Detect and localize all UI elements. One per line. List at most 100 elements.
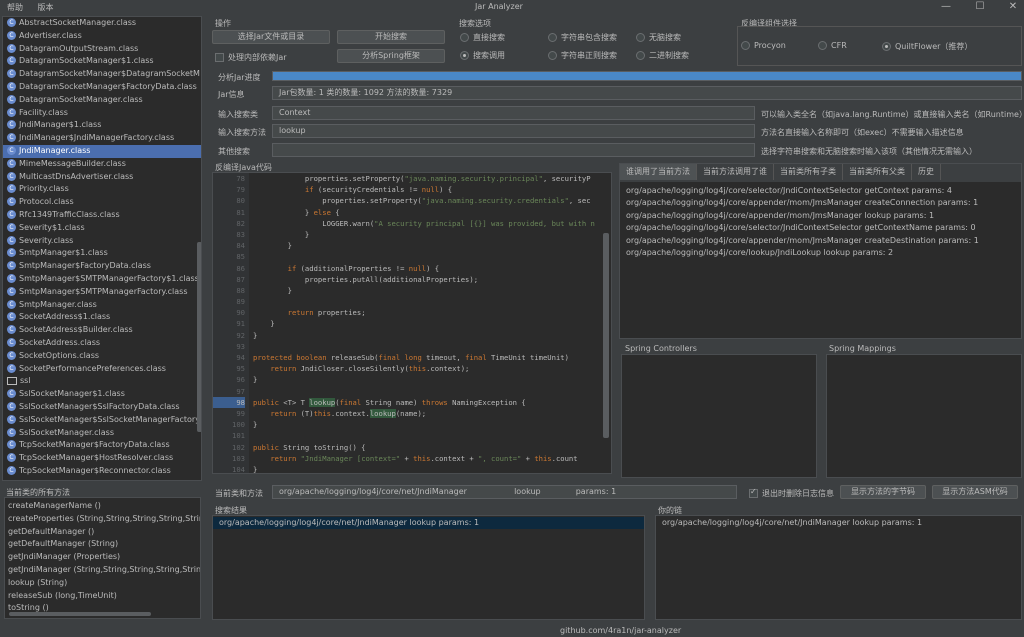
tree-item[interactable]: C SocketAddress$Builder.class [3, 324, 201, 337]
tree-item[interactable]: C JndiManager$1.class [3, 119, 201, 132]
tab[interactable]: 当前方法调用了谁 [697, 164, 774, 180]
search-option[interactable]: 搜索调用 [460, 50, 505, 61]
radio-button[interactable] [548, 51, 557, 60]
radio-button[interactable] [636, 33, 645, 42]
show-asm-button[interactable]: 显示方法ASM代码 [932, 485, 1018, 499]
caller-item[interactable]: org/apache/logging/log4j/core/appender/m… [620, 197, 1021, 209]
code-body[interactable]: properties.setProperty("java.naming.secu… [253, 173, 608, 473]
tree-item[interactable]: C SocketAddress.class [3, 337, 201, 350]
search-option[interactable]: 无脑搜索 [636, 32, 681, 43]
code-vscrollbar[interactable] [603, 233, 609, 438]
search-method-input[interactable]: lookup [272, 124, 755, 138]
tree-item[interactable]: C SocketAddress$1.class [3, 311, 201, 324]
method-item[interactable]: lookup (String) [5, 577, 200, 590]
analyze-spring-button[interactable]: 分析Spring框架 [337, 49, 445, 63]
tree-item[interactable]: C MulticastDnsAdvertiser.class [3, 171, 201, 184]
tree-item[interactable]: C Severity.class [3, 235, 201, 248]
decompiler-option[interactable]: CFR [818, 41, 847, 50]
tree-item[interactable]: C SocketOptions.class [3, 350, 201, 363]
class-icon: C [7, 273, 16, 283]
radio-button[interactable] [882, 42, 891, 51]
radio-button[interactable] [460, 33, 469, 42]
decompiler-option[interactable]: Procyon [741, 41, 786, 50]
tree-item[interactable]: C Rfc1349TrafficClass.class [3, 209, 201, 222]
tree-item[interactable]: C SmtpManager$FactoryData.class [3, 260, 201, 273]
search-option[interactable]: 直接搜索 [460, 32, 505, 43]
other-search-input[interactable] [272, 143, 755, 157]
tree-item[interactable]: C SmtpManager$1.class [3, 247, 201, 260]
caller-item[interactable]: org/apache/logging/log4j/core/lookup/Jnd… [620, 247, 1021, 259]
tree-item[interactable]: C JndiManager.class [3, 144, 201, 158]
close-button[interactable]: ✕ [1003, 1, 1023, 12]
class-tree-scrollbar[interactable] [197, 242, 201, 432]
method-item[interactable]: getDefaultManager (String) [5, 538, 200, 551]
caller-item[interactable]: org/apache/logging/log4j/core/appender/m… [620, 210, 1021, 222]
tree-item[interactable]: C Protocol.class [3, 196, 201, 209]
radio-button[interactable] [460, 51, 469, 60]
tree-item[interactable]: C SslSocketManager$SslFactoryData.class [3, 401, 201, 414]
method-item[interactable]: getJndiManager (Properties) [5, 551, 200, 564]
tab[interactable]: 历史 [912, 164, 941, 180]
inner-jar-checkbox[interactable]: 处理内部依赖Jar [215, 52, 287, 63]
tab[interactable]: 当前类所有父类 [843, 164, 912, 180]
tab[interactable]: 谁调用了当前方法 [620, 164, 697, 180]
tree-item[interactable]: C MimeMessageBuilder.class [3, 158, 201, 171]
method-item[interactable]: releaseSub (long,TimeUnit) [5, 590, 200, 603]
select-jar-button[interactable]: 选择Jar文件或目录 [212, 30, 330, 44]
menu-help[interactable]: 帮助 [7, 3, 23, 12]
maximize-button[interactable]: ☐ [970, 1, 990, 12]
tab[interactable]: 当前类所有子类 [774, 164, 843, 180]
decompiler-option[interactable]: QuiltFlower（推荐） [882, 41, 972, 52]
tree-item[interactable]: C SmtpManager$SMTPManagerFactory.class [3, 286, 201, 299]
tree-item[interactable]: C SocketPerformancePreferences.class [3, 363, 201, 376]
code-editor[interactable]: 78 79 80 81 82 83 84 85 86 87 88 89 90 91 92 93 94 95 96 97… [212, 172, 612, 474]
minimize-button[interactable]: — [936, 1, 956, 12]
chain-item[interactable]: org/apache/logging/log4j/core/net/JndiMa… [656, 517, 1021, 529]
radio-button[interactable] [818, 41, 827, 50]
inner-jar-checkbox-box[interactable] [215, 53, 224, 62]
radio-button[interactable] [636, 51, 645, 60]
tree-item[interactable]: C Severity$1.class [3, 222, 201, 235]
search-class-input[interactable]: Context [272, 106, 755, 120]
tree-item[interactable]: C TcpSocketManager$Reconnector.class [3, 465, 201, 478]
tree-item[interactable]: ssl [3, 375, 201, 388]
caller-item[interactable]: org/apache/logging/log4j/core/selector/J… [620, 222, 1021, 234]
delete-log-checkbox[interactable]: 退出时删除日志信息 [749, 487, 834, 499]
method-item[interactable]: getJndiManager (String,String,String,Str… [5, 564, 200, 577]
tree-item[interactable]: C Facility.class [3, 107, 201, 120]
search-option[interactable]: 二进制搜索 [636, 50, 689, 61]
caller-item[interactable]: org/apache/logging/log4j/core/appender/m… [620, 235, 1021, 247]
tree-item[interactable]: C Priority.class [3, 183, 201, 196]
method-item[interactable]: createManagerName () [5, 500, 200, 513]
tree-item[interactable]: C DatagramOutputStream.class [3, 43, 201, 56]
tree-item[interactable]: C DatagramSocketManager$1.class [3, 55, 201, 68]
tree-item[interactable]: C SslSocketManager$SslSocketManagerFactor… [3, 414, 201, 427]
tree-item[interactable]: C SslSocketManager$1.class [3, 388, 201, 401]
tree-item[interactable]: C SmtpManager.class [3, 299, 201, 312]
tree-item[interactable]: C DatagramSocketManager$FactoryData.class [3, 81, 201, 94]
tree-item[interactable]: C DatagramSocketManager$DatagramSocketM [3, 68, 201, 81]
result-item[interactable]: org/apache/logging/log4j/core/net/JndiMa… [213, 517, 644, 530]
radio-button[interactable] [741, 41, 750, 50]
search-option[interactable]: 字符串正则搜索 [548, 50, 617, 61]
method-item[interactable]: getDefaultManager () [5, 526, 200, 539]
tree-item[interactable]: C TcpSocketManager$FactoryData.class [3, 439, 201, 452]
methods-hscrollbar[interactable] [9, 612, 151, 616]
show-bytecode-button[interactable]: 显示方法的字节码 [840, 485, 926, 499]
caller-item[interactable]: org/apache/logging/log4j/core/selector/J… [620, 185, 1021, 197]
tree-item[interactable]: C Advertiser.class [3, 30, 201, 43]
start-search-button[interactable]: 开始搜索 [337, 30, 445, 44]
search-option[interactable]: 字符串包含搜索 [548, 32, 617, 43]
tree-item[interactable]: C AbstractSocketManager.class [3, 17, 201, 30]
menu-version[interactable]: 版本 [38, 3, 54, 12]
delete-log-checkbox-box[interactable] [749, 487, 758, 498]
tree-item[interactable]: C JndiManager$JndiManagerFactory.class [3, 132, 201, 145]
tree-item[interactable]: C SslSocketManager.class [3, 427, 201, 440]
radio-button[interactable] [548, 33, 557, 42]
tree-item[interactable]: C SmtpManager$SMTPManagerFactory$1.class [3, 273, 201, 286]
tree-item[interactable]: C DatagramSocketManager.class [3, 94, 201, 107]
footer-link[interactable]: github.com/4ra1n/jar-analyzer [560, 626, 681, 635]
method-item[interactable]: createProperties (String,String,String,S… [5, 513, 200, 526]
tree-item[interactable]: C TcpSocketManager$HostResolver.class [3, 452, 201, 465]
